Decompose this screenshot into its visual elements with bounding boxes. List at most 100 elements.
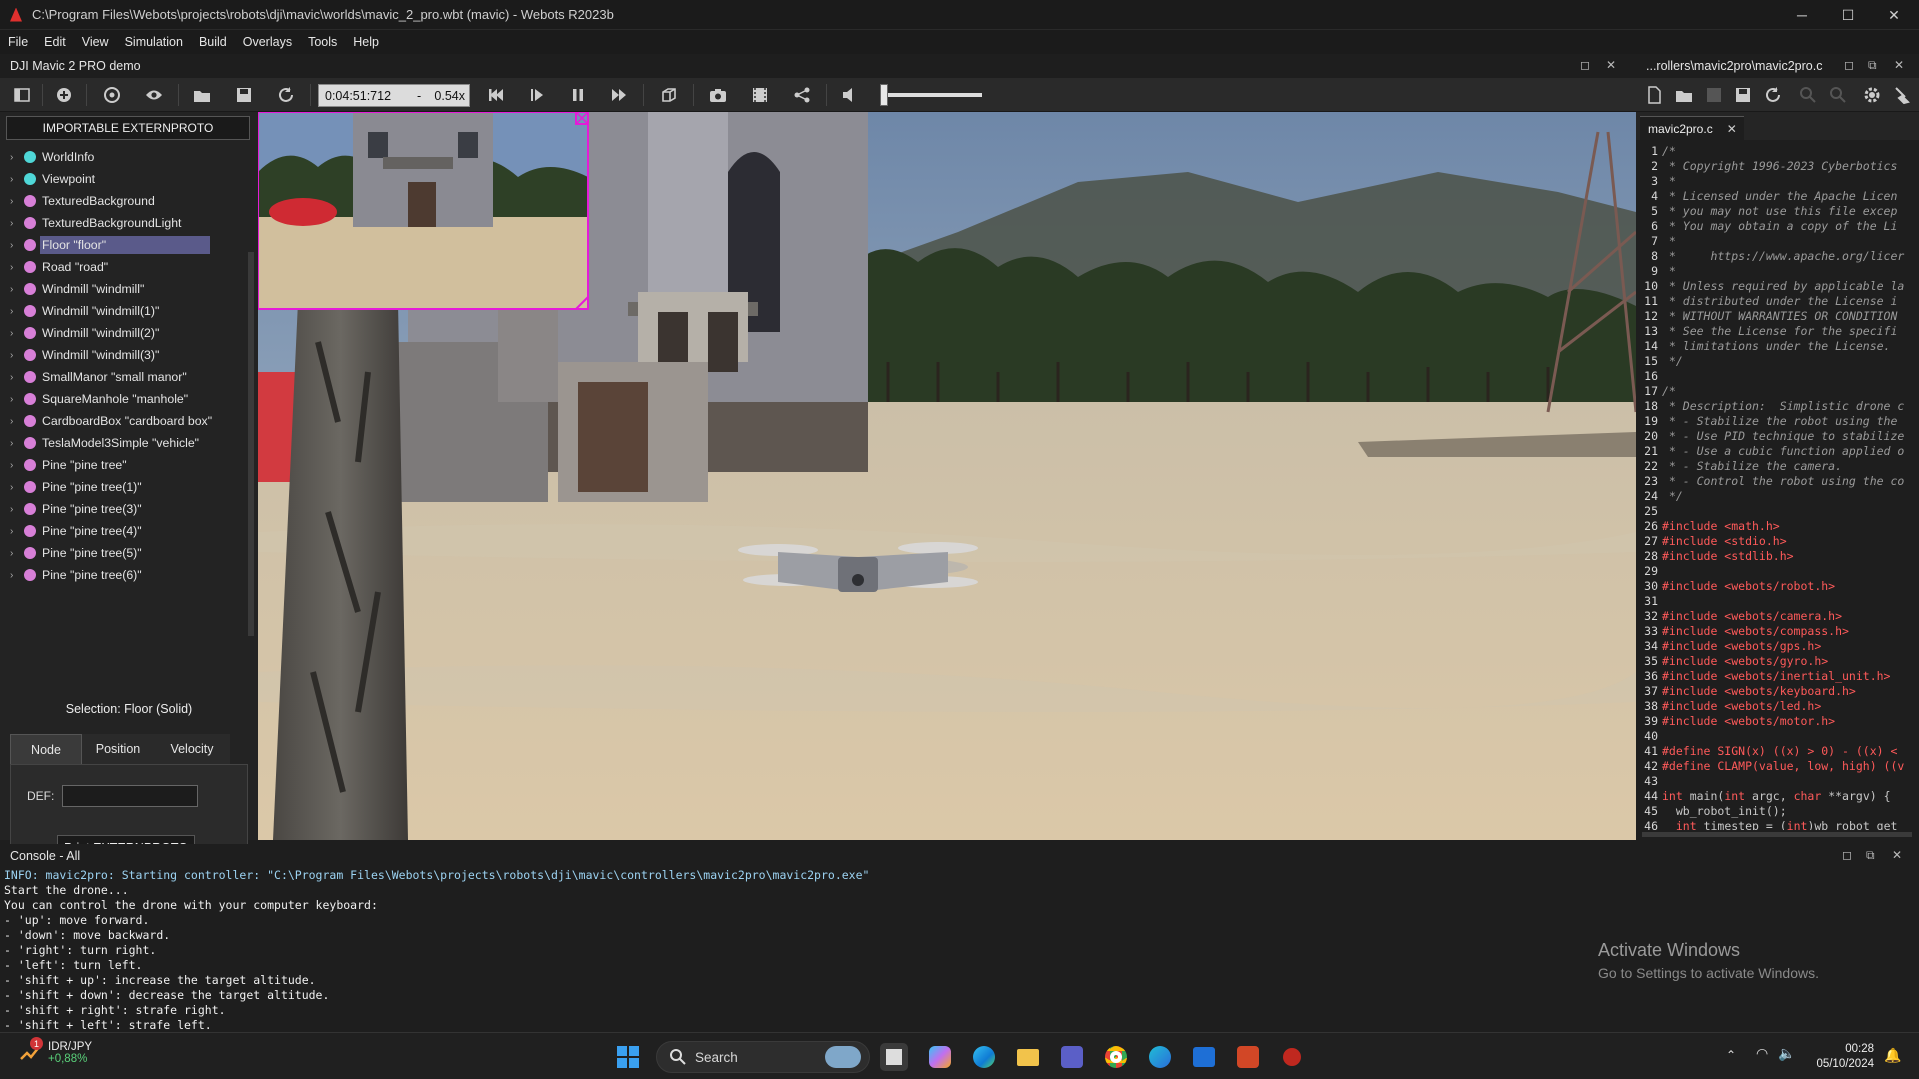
scene-tree-item[interactable]: › Pine "pine tree" [6, 454, 252, 476]
expand-arrow-icon[interactable]: › [6, 548, 22, 559]
scene-tree-item[interactable]: › WorldInfo [6, 146, 252, 168]
expand-arrow-icon[interactable]: › [6, 174, 22, 185]
menu-tools[interactable]: Tools [300, 35, 345, 49]
scene-tree-item[interactable]: › Pine "pine tree(4)" [6, 520, 252, 542]
expand-arrow-icon[interactable]: › [6, 306, 22, 317]
edge-dev-icon[interactable] [1146, 1043, 1174, 1071]
menu-view[interactable]: View [74, 35, 117, 49]
revert-file-icon[interactable] [1761, 84, 1785, 106]
expand-arrow-icon[interactable]: › [6, 438, 22, 449]
menu-simulation[interactable]: Simulation [117, 35, 191, 49]
scene-tree-item[interactable]: › SquareManhole "manhole" [6, 388, 252, 410]
scene-tree-item[interactable]: › Pine "pine tree(1)" [6, 476, 252, 498]
view3d-float-icon[interactable]: ◻ [1580, 58, 1590, 72]
close-tab-icon[interactable]: ✕ [1727, 122, 1737, 136]
record-movie-icon[interactable] [748, 84, 772, 106]
replace-disabled-icon[interactable] [1826, 84, 1850, 106]
screenshot-camera-icon[interactable] [706, 84, 730, 106]
expand-arrow-icon[interactable]: › [6, 416, 22, 427]
tab-node[interactable]: Node [10, 734, 82, 764]
expand-arrow-icon[interactable]: › [6, 240, 22, 251]
scene-tree-item[interactable]: › Floor "floor" [6, 234, 252, 256]
expand-arrow-icon[interactable]: › [6, 196, 22, 207]
expand-arrow-icon[interactable]: › [6, 152, 22, 163]
start-windows-icon[interactable] [614, 1043, 642, 1071]
step-icon[interactable] [525, 84, 549, 106]
expand-arrow-icon[interactable]: › [6, 262, 22, 273]
add-node-icon[interactable] [52, 84, 76, 106]
ticker-widget[interactable]: 1 IDR/JPY +0,88% [18, 1037, 92, 1065]
notification-bell-icon[interactable]: 🔔 [1884, 1047, 1901, 1064]
new-file-icon[interactable] [1642, 84, 1666, 106]
scene-tree-item[interactable]: › Pine "pine tree(3)" [6, 498, 252, 520]
menu-file[interactable]: File [0, 35, 36, 49]
edge-browser-icon[interactable] [970, 1043, 998, 1071]
expand-arrow-icon[interactable]: › [6, 350, 22, 361]
reload-node-icon[interactable] [100, 84, 124, 106]
microsoft-store-icon[interactable] [1190, 1043, 1218, 1071]
copilot-icon[interactable] [926, 1043, 954, 1071]
menu-build[interactable]: Build [191, 35, 235, 49]
console-close-icon[interactable]: ✕ [1892, 848, 1902, 862]
rendering-icon[interactable] [657, 84, 681, 106]
camera-overlay[interactable] [258, 112, 589, 310]
menu-overlays[interactable]: Overlays [235, 35, 300, 49]
editor-close-icon[interactable]: ✕ [1894, 58, 1904, 72]
tab-velocity[interactable]: Velocity [154, 734, 230, 764]
3d-view[interactable] [258, 112, 1636, 840]
find-disabled-icon[interactable] [1796, 84, 1820, 106]
teams-icon[interactable] [1058, 1043, 1086, 1071]
scene-tree-item[interactable]: › SmallManor "small manor" [6, 366, 252, 388]
scene-tree-item[interactable]: › Windmill "windmill" [6, 278, 252, 300]
mute-speaker-icon[interactable] [838, 84, 862, 106]
fast-forward-icon[interactable] [607, 84, 631, 106]
volume-slider-knob[interactable] [880, 84, 888, 106]
scene-tree-scrollbar[interactable] [248, 252, 254, 636]
menu-help[interactable]: Help [345, 35, 387, 49]
expand-arrow-icon[interactable]: › [6, 570, 22, 581]
scene-tree-item[interactable]: › Pine "pine tree(5)" [6, 542, 252, 564]
taskbar-search-box[interactable]: Search [656, 1041, 870, 1073]
scene-tree-item[interactable]: › TexturedBackgroundLight [6, 212, 252, 234]
expand-arrow-icon[interactable]: › [6, 394, 22, 405]
maximize-button[interactable]: ☐ [1825, 0, 1871, 30]
editor-float-icon[interactable]: ◻ [1844, 58, 1854, 72]
expand-arrow-icon[interactable]: › [6, 504, 22, 515]
task-view-icon[interactable] [880, 1043, 908, 1071]
tab-mavic2pro-c[interactable]: mavic2pro.c ✕ [1640, 116, 1744, 140]
taskbar-clock[interactable]: 00:28 05/10/2024 [1802, 1042, 1874, 1072]
toggle-scene-tree-icon[interactable] [10, 84, 34, 106]
tray-chevron-up-icon[interactable]: ⌃ [1726, 1048, 1736, 1062]
reload-world-icon[interactable] [274, 84, 298, 106]
save-world-icon[interactable] [232, 84, 256, 106]
visibility-eye-icon[interactable] [142, 84, 166, 106]
console-maximize-icon[interactable]: ⧉ [1866, 848, 1875, 863]
3d-scene[interactable] [258, 112, 1636, 840]
code-area[interactable]: 1/* 2 * Copyright 1996-2023 Cyberbotics 3 … [1636, 144, 1919, 830]
scene-tree-item[interactable]: › Windmill "windmill(3)" [6, 344, 252, 366]
def-field[interactable] [62, 785, 199, 807]
volume-slider[interactable] [880, 84, 982, 106]
menu-edit[interactable]: Edit [36, 35, 74, 49]
powerpoint-icon[interactable] [1234, 1043, 1262, 1071]
volume-icon[interactable]: 🔈 [1778, 1045, 1795, 1062]
build-gear-icon[interactable] [1860, 84, 1884, 106]
open-world-icon[interactable] [190, 84, 214, 106]
expand-arrow-icon[interactable]: › [6, 460, 22, 471]
scene-tree-item[interactable]: › Road "road" [6, 256, 252, 278]
open-file-icon[interactable] [1672, 84, 1696, 106]
scene-tree-item[interactable]: › TexturedBackground [6, 190, 252, 212]
expand-arrow-icon[interactable]: › [6, 526, 22, 537]
clean-broom-icon[interactable] [1890, 84, 1914, 106]
save-file-as-icon[interactable] [1731, 84, 1755, 106]
pause-icon[interactable] [566, 84, 590, 106]
minimize-button[interactable]: ─ [1779, 0, 1825, 30]
file-explorer-icon[interactable] [1014, 1043, 1042, 1071]
scene-tree-item[interactable]: › Pine "pine tree(6)" [6, 564, 252, 586]
editor-maximize-icon[interactable]: ⧉ [1868, 58, 1877, 73]
webots-taskbar-icon[interactable] [1278, 1043, 1306, 1071]
scene-tree-item[interactable]: › TeslaModel3Simple "vehicle" [6, 432, 252, 454]
close-button[interactable]: ✕ [1871, 0, 1917, 30]
expand-arrow-icon[interactable]: › [6, 482, 22, 493]
reset-simulation-icon[interactable] [484, 84, 508, 106]
